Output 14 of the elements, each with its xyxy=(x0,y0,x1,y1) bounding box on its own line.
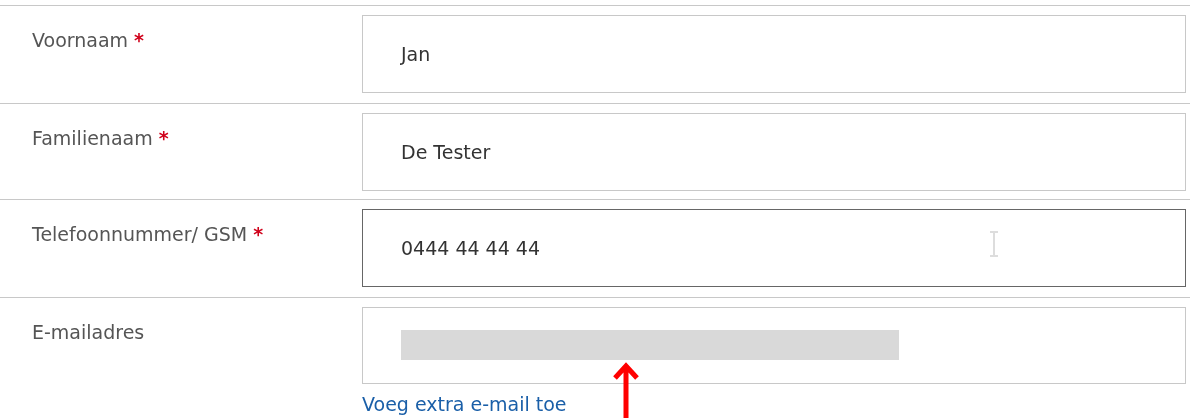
input-field[interactable]: Jan xyxy=(362,15,1186,93)
required-asterisk: * xyxy=(158,126,169,151)
text-cursor-icon xyxy=(989,231,999,257)
input-field[interactable] xyxy=(362,307,1186,384)
annotation-arrow xyxy=(612,362,640,418)
add-email-link[interactable]: Voeg extra e-mail toe xyxy=(362,389,567,418)
required-asterisk: * xyxy=(253,222,264,247)
input-field[interactable]: 0444 44 44 44 xyxy=(362,209,1186,287)
required-asterisk: * xyxy=(134,28,145,53)
field-label: E-mailadres xyxy=(32,320,145,345)
field-label: Voornaam xyxy=(32,28,129,53)
input-field[interactable]: De Tester xyxy=(362,113,1186,191)
field-label: Familienaam xyxy=(32,126,153,151)
field-label: Telefoonnummer/ GSM xyxy=(32,222,248,247)
